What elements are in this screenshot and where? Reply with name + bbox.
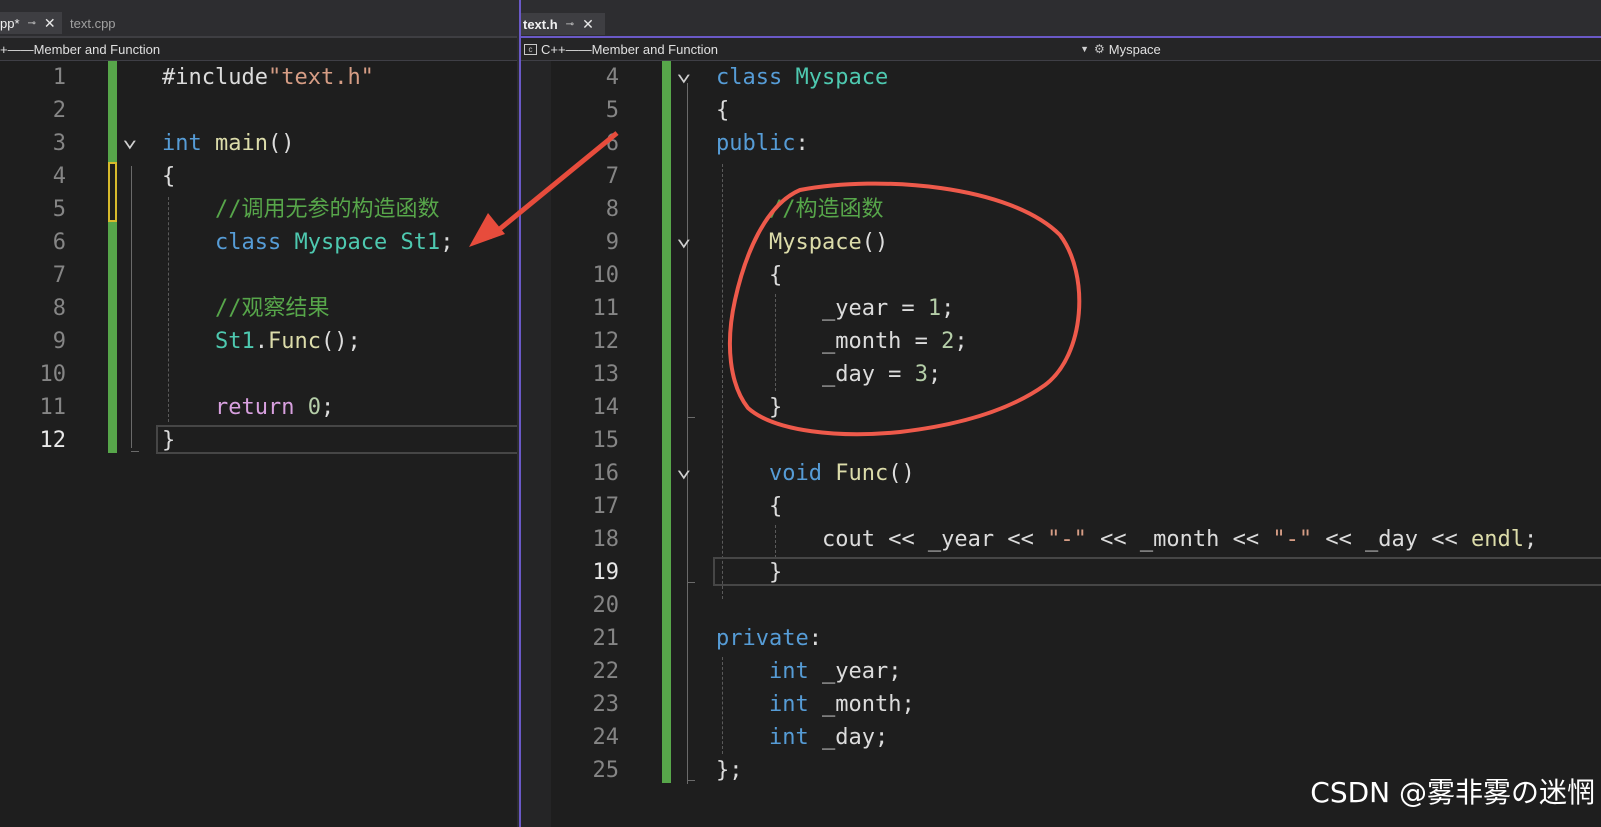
annotation-arrowhead [469, 213, 505, 247]
watermark: CSDN @雾非雾の迷惘 [1310, 776, 1595, 809]
annotation-circle [727, 181, 1082, 437]
annotation-arrow [488, 131, 619, 239]
annotation-overlay [469, 131, 1082, 437]
